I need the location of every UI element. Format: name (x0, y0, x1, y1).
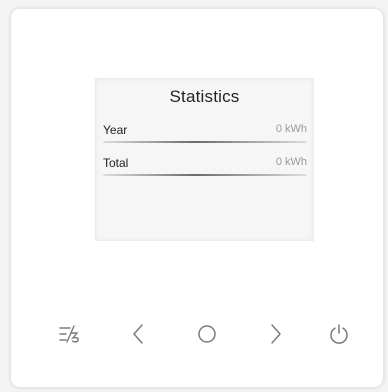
chevron-left-icon (131, 323, 145, 345)
power-icon (328, 323, 350, 345)
stat-label: Total (103, 156, 129, 170)
right-button[interactable] (262, 320, 290, 348)
stat-value: 0 kWh (275, 123, 307, 135)
display-screen: Statistics Year 0 kWh Total 0 kWh (95, 78, 314, 241)
chevron-right-icon (269, 323, 283, 345)
control-panel: Statistics Year 0 kWh Total 0 kWh (10, 8, 384, 388)
row-divider (103, 174, 307, 176)
stat-value: 0 kWh (275, 156, 307, 168)
mode-icon (58, 323, 82, 345)
left-button[interactable] (124, 320, 152, 348)
mode-button[interactable] (56, 320, 84, 348)
screen-title: Statistics (169, 87, 240, 106)
stat-label: Year (103, 123, 128, 137)
stat-row-total: Total 0 kWh (103, 154, 307, 176)
stat-row-year: Year 0 kWh (103, 121, 307, 143)
circle-icon (197, 324, 217, 344)
power-button[interactable] (325, 320, 353, 348)
row-divider (103, 141, 307, 143)
ok-button[interactable] (193, 320, 221, 348)
